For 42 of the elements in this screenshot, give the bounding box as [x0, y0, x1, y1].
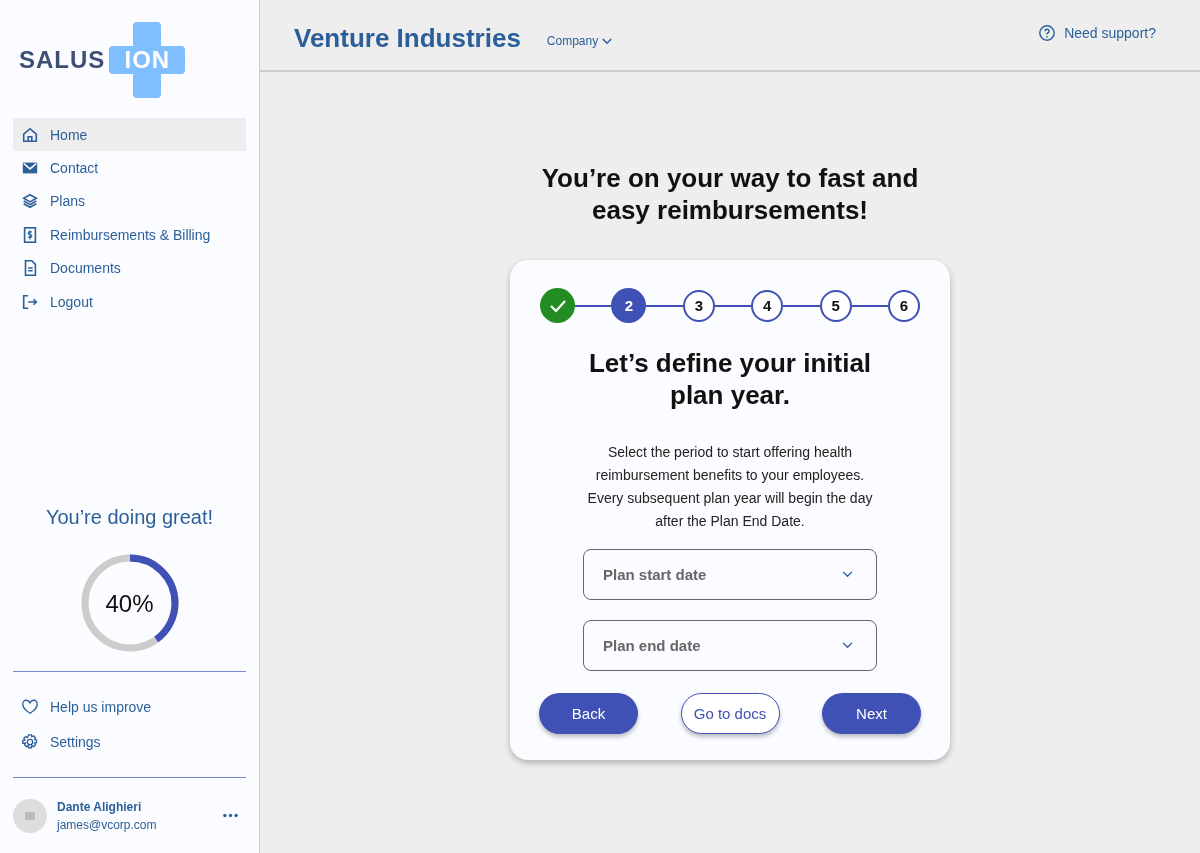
date-dropdown[interactable]: Plan end date — [583, 620, 877, 671]
nav-item[interactable]: Documents — [13, 251, 246, 285]
docs-button[interactable]: Go to docs — [680, 693, 780, 734]
step-indicator: 6 — [888, 289, 921, 322]
layers-icon — [21, 192, 39, 211]
nav-item[interactable]: Plans — [13, 184, 246, 219]
home-icon — [21, 125, 39, 144]
company-dropdown[interactable]: Company — [540, 33, 619, 49]
chevron-down-icon — [842, 571, 853, 578]
nav-item[interactable]: Logout — [13, 284, 246, 319]
heart-icon — [21, 697, 39, 716]
date-dropdown[interactable]: Plan start date — [583, 549, 877, 600]
progress-title: You’re doing great! — [44, 506, 215, 530]
nav-item[interactable]: Home — [13, 118, 246, 152]
step-indicator: 4 — [751, 289, 784, 322]
step-indicator: 2 — [611, 288, 647, 323]
nav-item[interactable]: Settings — [13, 725, 246, 759]
nav-button[interactable]: Next — [822, 693, 921, 734]
logo-text: ION — [124, 46, 171, 74]
nav-item[interactable]: Reimbursements & Billing — [13, 218, 246, 252]
page-heading: You’re on your way to fast and easy reimbursements! — [540, 162, 920, 226]
chevron-down-icon — [842, 642, 853, 649]
logo-cross-icon — [107, 20, 188, 100]
nav-item[interactable]: Help us improve — [13, 690, 246, 724]
avatar — [13, 798, 47, 833]
progress-reading: 40% — [104, 590, 155, 619]
logo-text: SALUS — [19, 46, 106, 74]
user-name: Dante Alighieri — [57, 798, 143, 816]
step-indicator: 5 — [819, 289, 852, 322]
step-indicator: 3 — [682, 289, 715, 322]
nav-button[interactable]: Back — [539, 693, 638, 734]
more-icon[interactable] — [223, 813, 238, 818]
nav-item[interactable]: Contact — [13, 151, 246, 185]
user-email: james@vcorp.com — [57, 816, 158, 834]
card-title: Let’s define your initial plan year. — [587, 347, 873, 411]
logout-icon — [21, 292, 39, 311]
chevron-down-icon — [602, 37, 613, 45]
dollar-icon — [21, 225, 39, 244]
company-title: Venture Industries — [294, 22, 521, 54]
support-link[interactable]: Need support? — [1038, 24, 1156, 42]
description: Select the period to start offering health reimbursement benefits to your employees. Every subsequent plan year will begin the day after the Plan End Date. — [586, 443, 874, 531]
help-icon — [1038, 24, 1057, 42]
